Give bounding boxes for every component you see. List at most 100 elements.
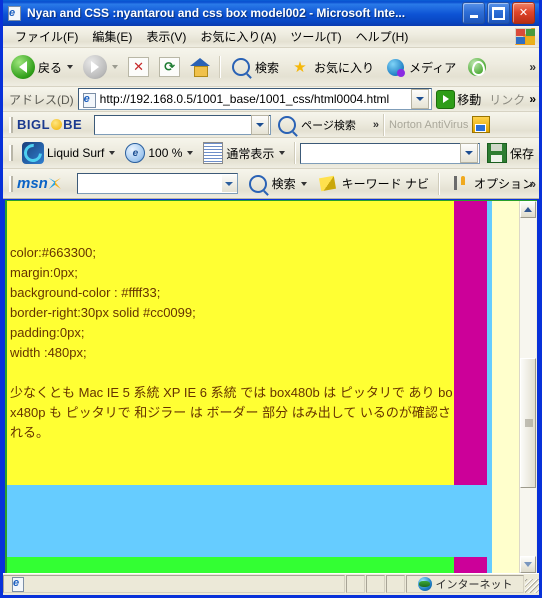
scrollbar-track[interactable] xyxy=(520,218,536,556)
address-overflow-chevron-icon[interactable]: » xyxy=(529,92,539,106)
biglobe-search-dropdown-button[interactable] xyxy=(251,114,270,135)
biglobe-separator xyxy=(383,113,386,136)
liquidsurf-input-dropdown-button[interactable] xyxy=(459,143,478,163)
back-arrow-icon xyxy=(11,55,35,79)
status-pane-2 xyxy=(366,575,385,593)
forward-dropdown-caret-icon xyxy=(112,65,119,69)
view-caret-icon[interactable] xyxy=(279,151,286,155)
msn-logo: msn xyxy=(17,175,61,192)
resize-grip[interactable] xyxy=(525,579,539,593)
zoom-level-icon: e xyxy=(125,143,146,163)
home-icon xyxy=(190,58,211,77)
zoom-caret-icon[interactable] xyxy=(187,151,194,155)
box480b-yellow: color:#663300; margin:0px; background-co… xyxy=(7,201,487,485)
address-bar: アドレス(D) e http://192.168.0.5/1001_base/1… xyxy=(3,87,539,112)
address-input[interactable]: e http://192.168.0.5/1001_base/1001_css/… xyxy=(77,88,433,110)
toolbar-grip[interactable] xyxy=(9,145,14,161)
menu-tools[interactable]: ツール(T) xyxy=(283,26,348,47)
scrollbar-thumb[interactable] xyxy=(520,358,536,488)
vertical-scrollbar[interactable] xyxy=(519,201,537,573)
msn-toolbar: msn 検索 キーワード ナビ オプション » xyxy=(3,169,539,199)
refresh-button[interactable]: ⟳ xyxy=(154,49,185,85)
status-bar: e インターネット xyxy=(3,573,539,595)
go-button[interactable]: 移動 xyxy=(432,89,485,109)
msn-search-button[interactable]: 検索 xyxy=(242,171,312,197)
menu-help[interactable]: ヘルプ(H) xyxy=(349,26,416,47)
norton-antivirus-label: Norton AntiVirus xyxy=(389,118,469,131)
biglobe-page-search-button[interactable]: ページ検索 xyxy=(271,113,361,137)
menu-bar: ファイル(F) 編集(E) 表示(V) お気に入り(A) ツール(T) ヘルプ(… xyxy=(3,26,539,48)
home-button[interactable] xyxy=(185,49,215,85)
history-button[interactable] xyxy=(461,49,493,85)
window-title: Nyan and CSS :nyantarou and css box mode… xyxy=(27,6,406,20)
minimize-button[interactable] xyxy=(462,2,485,24)
close-button[interactable]: ✕ xyxy=(512,2,535,24)
box480b-text: color:#663300; margin:0px; background-co… xyxy=(10,245,453,440)
navigation-toolbar: 戻る ✕ ⟳ 検索 ★ お気に入り メディア » xyxy=(3,48,539,87)
options-icon xyxy=(449,173,471,195)
title-bar: e Nyan and CSS :nyantarou and css box mo… xyxy=(3,0,539,26)
address-dropdown-button[interactable] xyxy=(411,89,430,109)
biglobe-dot-icon xyxy=(51,119,63,130)
media-button[interactable]: メディア xyxy=(379,49,461,85)
biglobe-toolbar: BIGL BE ページ検索 » Norton AntiVirus xyxy=(3,112,539,138)
msn-search-caret-icon[interactable] xyxy=(300,181,307,186)
address-label: アドレス(D) xyxy=(9,92,74,107)
scroll-up-button[interactable] xyxy=(520,201,536,218)
menu-file[interactable]: ファイル(F) xyxy=(8,26,85,47)
browser-window: e Nyan and CSS :nyantarou and css box mo… xyxy=(0,0,542,598)
toolbar-overflow-chevron-icon[interactable]: » xyxy=(529,60,536,74)
biglobe-logo: BIGL BE xyxy=(17,117,83,132)
links-button[interactable]: リンク xyxy=(485,91,529,108)
search-icon xyxy=(276,114,298,136)
page-body: color:#663300; margin:0px; background-co… xyxy=(7,201,520,573)
msn-overflow-chevron-icon[interactable]: » xyxy=(529,177,536,191)
back-button[interactable]: 戻る xyxy=(6,49,78,85)
back-dropdown-caret-icon[interactable] xyxy=(67,65,74,69)
menu-view[interactable]: 表示(V) xyxy=(139,26,193,47)
search-button[interactable]: 検索 xyxy=(225,49,284,85)
liquidsurf-button[interactable]: Liquid Surf xyxy=(17,139,120,167)
security-zone-pane[interactable]: インターネット xyxy=(406,575,524,593)
page-canvas: color:#663300; margin:0px; background-co… xyxy=(7,201,537,573)
internet-zone-icon xyxy=(417,577,432,591)
toolbar-grip[interactable] xyxy=(9,175,14,192)
maximize-button[interactable] xyxy=(487,2,510,24)
save-disk-icon xyxy=(486,143,507,163)
msn-keyword-nav-button[interactable]: キーワード ナビ xyxy=(312,171,434,197)
ie-page-icon: e xyxy=(9,576,25,592)
liquidsurf-save-button[interactable]: 保存 xyxy=(480,139,539,167)
liquidsurf-caret-icon[interactable] xyxy=(109,151,116,155)
menu-edit[interactable]: 編集(E) xyxy=(85,26,139,47)
client-area: ファイル(F) 編集(E) 表示(V) お気に入り(A) ツール(T) ヘルプ(… xyxy=(3,26,539,595)
search-icon xyxy=(247,173,269,195)
biglobe-search-input[interactable] xyxy=(94,114,272,135)
msn-options-button[interactable]: オプション xyxy=(444,171,539,197)
biglobe-overflow-chevron-icon[interactable]: » xyxy=(373,119,379,131)
page-favicon-icon: e xyxy=(81,92,97,108)
liquidsurf-input[interactable] xyxy=(300,142,480,164)
menu-favorites[interactable]: お気に入り(A) xyxy=(193,26,283,47)
scroll-down-button[interactable] xyxy=(520,556,536,573)
box480-green: color:#663300; margin:0px; background-co… xyxy=(7,557,487,573)
media-globe-icon xyxy=(384,56,406,78)
page-viewport: color:#663300; margin:0px; background-co… xyxy=(3,199,539,573)
norton-antivirus-icon[interactable] xyxy=(472,116,491,133)
window-controls: ✕ xyxy=(462,2,537,24)
toolbar-grip[interactable] xyxy=(9,116,14,133)
msn-search-input[interactable] xyxy=(76,173,238,194)
liquidsurf-icon xyxy=(20,140,46,166)
favorites-button[interactable]: ★ お気に入り xyxy=(284,49,379,85)
forward-button[interactable] xyxy=(78,49,123,85)
windows-logo-icon xyxy=(515,28,535,45)
search-icon xyxy=(230,56,252,78)
go-arrow-icon xyxy=(436,89,456,109)
liquidsurf-view-button[interactable]: 通常表示 xyxy=(198,139,290,167)
stop-button[interactable]: ✕ xyxy=(123,49,154,85)
status-pane-1 xyxy=(346,575,365,593)
liquidsurf-zoom-button[interactable]: e 100 % xyxy=(120,139,198,167)
liquidsurf-separator xyxy=(294,142,297,164)
msn-search-dropdown-button[interactable] xyxy=(221,175,237,192)
document-view-icon xyxy=(203,142,224,164)
ie-page-icon: e xyxy=(6,5,22,21)
